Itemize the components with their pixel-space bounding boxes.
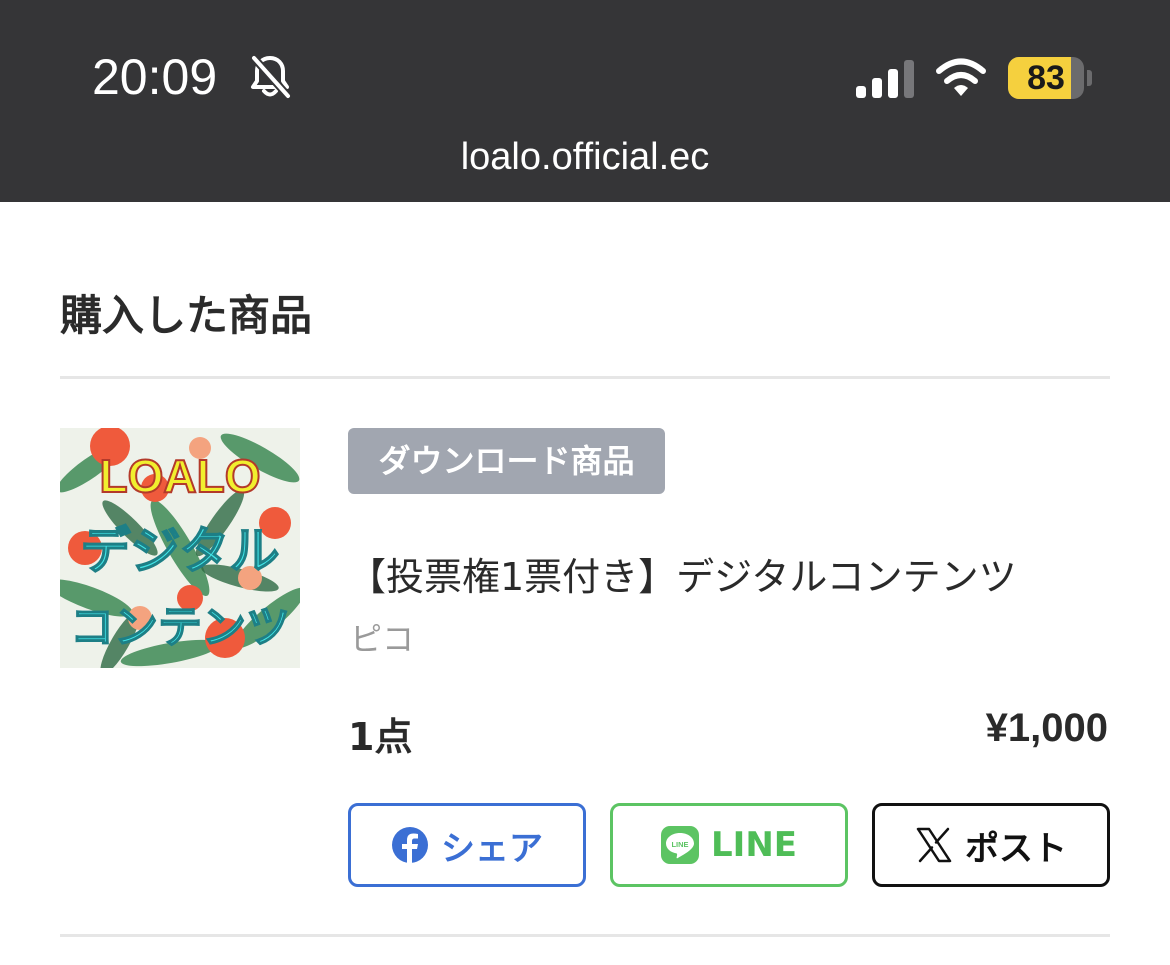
x-post-label: ポスト	[965, 828, 1067, 869]
product-thumbnail[interactable]: LOALO デジタル コンテンツ	[60, 428, 300, 668]
seller-name: ピコ	[350, 620, 415, 658]
x-post-button[interactable]: ポスト	[872, 803, 1110, 887]
line-icon: LINE	[661, 826, 699, 864]
facebook-share-button[interactable]: シェア	[348, 803, 586, 887]
section-title: 購入した商品	[60, 291, 313, 340]
x-logo-icon	[916, 827, 952, 863]
download-product-badge: ダウンロード商品	[348, 428, 665, 494]
bell-slash-icon	[251, 55, 291, 99]
battery-icon: 83	[1008, 57, 1092, 99]
svg-text:LINE: LINE	[671, 840, 688, 849]
thumbnail-line2: デジタル	[81, 522, 280, 580]
thumbnail-line1: LOALO	[100, 450, 261, 502]
thumbnail-line3: コンテンツ	[70, 602, 290, 653]
divider-top	[60, 376, 1110, 379]
status-bar: 20:09 83 loalo.official.ec	[0, 0, 1170, 202]
line-share-label: LINE	[711, 825, 797, 865]
battery-percentage: 83	[1027, 59, 1065, 97]
product-name[interactable]: 【投票権1票付き】デジタルコンテンツ	[348, 546, 1017, 601]
divider-bottom	[60, 934, 1110, 937]
line-share-button[interactable]: LINE LINE	[610, 803, 848, 887]
wifi-icon	[936, 58, 986, 96]
cellular-signal-icon	[856, 60, 914, 98]
address-bar-url[interactable]: loalo.official.ec	[0, 136, 1170, 179]
facebook-icon	[392, 827, 428, 864]
facebook-share-label: シェア	[441, 828, 543, 869]
clock: 20:09	[92, 49, 218, 105]
quantity: 1点	[348, 715, 413, 759]
price: ¥1,000	[985, 706, 1108, 750]
